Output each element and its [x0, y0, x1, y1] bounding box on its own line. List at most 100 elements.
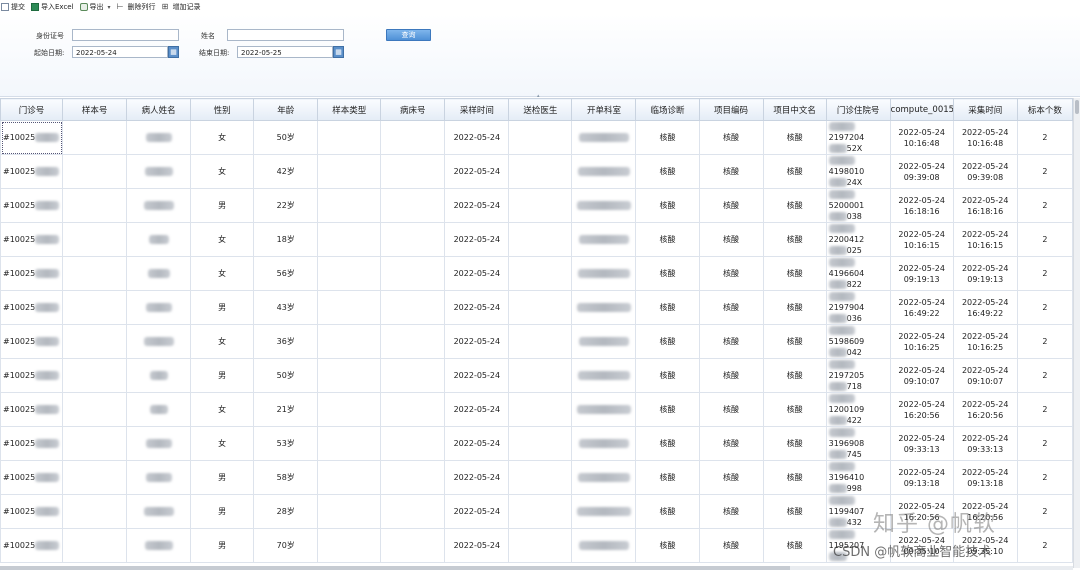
- specimen-count-cell[interactable]: 2: [1016, 392, 1073, 427]
- end-calendar-icon[interactable]: ▦: [333, 46, 344, 58]
- sample-type-cell[interactable]: [317, 188, 382, 223]
- diagnosis-cell[interactable]: 核酸: [635, 324, 700, 359]
- sample-time-cell[interactable]: 2022-05-24: [444, 494, 510, 529]
- item-name-cell[interactable]: 核酸: [762, 460, 827, 495]
- department-cell[interactable]: [571, 392, 637, 427]
- compute-cell[interactable]: 2022-05-24 16:49:22: [889, 290, 954, 325]
- bed-number-cell[interactable]: [380, 324, 446, 359]
- bed-number-cell[interactable]: [380, 358, 446, 393]
- bed-number-cell[interactable]: [380, 256, 446, 291]
- collect-time-cell[interactable]: 2022-05-24 10:16:25: [952, 324, 1018, 359]
- sample-time-cell[interactable]: 2022-05-24: [444, 528, 510, 563]
- specimen-count-cell[interactable]: 2: [1016, 460, 1073, 495]
- col-header[interactable]: 开单科室: [571, 98, 637, 121]
- clinic-number-cell[interactable]: #10025: [0, 188, 64, 223]
- clinic-number-cell[interactable]: #10025: [0, 392, 64, 427]
- specimen-count-cell[interactable]: 2: [1016, 222, 1073, 257]
- table-row[interactable]: #10025 女 18岁 2022-05-24 核酸 核酸 核酸 2200412 025 2022…: [0, 222, 1073, 257]
- department-cell[interactable]: [571, 460, 637, 495]
- item-name-cell[interactable]: 核酸: [762, 120, 827, 155]
- patient-name-cell[interactable]: [126, 154, 192, 189]
- department-cell[interactable]: [571, 256, 637, 291]
- start-date-input[interactable]: 2022-05-24: [72, 46, 168, 58]
- name-input[interactable]: [227, 29, 344, 41]
- submit-button[interactable]: 提交: [1, 2, 25, 12]
- col-header[interactable]: 采样时间: [444, 98, 510, 121]
- scroll-thumb[interactable]: [1075, 100, 1079, 114]
- sample-time-cell[interactable]: 2022-05-24: [444, 426, 510, 461]
- department-cell[interactable]: [571, 426, 637, 461]
- col-header[interactable]: 病人姓名: [126, 98, 192, 121]
- bed-number-cell[interactable]: [380, 528, 446, 563]
- inpatient-number-cell[interactable]: 3196410 998: [825, 460, 891, 495]
- age-cell[interactable]: 28岁: [253, 494, 319, 529]
- specimen-count-cell[interactable]: 2: [1016, 358, 1073, 393]
- sample-type-cell[interactable]: [317, 256, 382, 291]
- col-header[interactable]: 门诊号: [0, 98, 64, 121]
- patient-name-cell[interactable]: [126, 494, 192, 529]
- gender-cell[interactable]: 男: [190, 188, 255, 223]
- diagnosis-cell[interactable]: 核酸: [635, 358, 700, 393]
- clinic-number-cell[interactable]: #10025: [0, 120, 64, 155]
- doctor-cell[interactable]: [508, 324, 573, 359]
- age-cell[interactable]: 21岁: [253, 392, 319, 427]
- sample-type-cell[interactable]: [317, 154, 382, 189]
- item-code-cell[interactable]: 核酸: [698, 392, 764, 427]
- inpatient-number-cell[interactable]: 5200001 038: [825, 188, 891, 223]
- item-name-cell[interactable]: 核酸: [762, 324, 827, 359]
- department-cell[interactable]: [571, 290, 637, 325]
- doctor-cell[interactable]: [508, 290, 573, 325]
- sample-time-cell[interactable]: 2022-05-24: [444, 290, 510, 325]
- table-row[interactable]: #10025 女 56岁 2022-05-24 核酸 核酸 核酸 4196604 822 2022…: [0, 256, 1073, 291]
- start-calendar-icon[interactable]: ▦: [168, 46, 179, 58]
- horizontal-scrollbar[interactable]: [0, 566, 1073, 570]
- item-name-cell[interactable]: 核酸: [762, 494, 827, 529]
- sample-time-cell[interactable]: 2022-05-24: [444, 460, 510, 495]
- item-code-cell[interactable]: 核酸: [698, 494, 764, 529]
- import-excel-button[interactable]: 导入Excel: [31, 2, 74, 12]
- patient-name-cell[interactable]: [126, 222, 192, 257]
- diagnosis-cell[interactable]: 核酸: [635, 256, 700, 291]
- diagnosis-cell[interactable]: 核酸: [635, 392, 700, 427]
- department-cell[interactable]: [571, 494, 637, 529]
- department-cell[interactable]: [571, 188, 637, 223]
- item-name-cell[interactable]: 核酸: [762, 392, 827, 427]
- col-header[interactable]: 临场诊断: [635, 98, 700, 121]
- compute-cell[interactable]: 2022-05-24 09:33:13: [889, 426, 954, 461]
- collect-time-cell[interactable]: 2022-05-24 09:39:08: [952, 154, 1018, 189]
- age-cell[interactable]: 58岁: [253, 460, 319, 495]
- diagnosis-cell[interactable]: 核酸: [635, 426, 700, 461]
- sample-type-cell[interactable]: [317, 222, 382, 257]
- compute-cell[interactable]: 2022-05-24 16:18:16: [889, 188, 954, 223]
- col-header[interactable]: 项目编码: [698, 98, 764, 121]
- doctor-cell[interactable]: [508, 528, 573, 563]
- gender-cell[interactable]: 男: [190, 528, 255, 563]
- col-header[interactable]: 病床号: [380, 98, 446, 121]
- table-row[interactable]: #10025 女 42岁 2022-05-24 核酸 核酸 核酸 4198010 24X 2022…: [0, 154, 1073, 189]
- compute-cell[interactable]: 2022-05-24 09:39:08: [889, 154, 954, 189]
- diagnosis-cell[interactable]: 核酸: [635, 494, 700, 529]
- clinic-number-cell[interactable]: #10025: [0, 460, 64, 495]
- specimen-count-cell[interactable]: 2: [1016, 154, 1073, 189]
- age-cell[interactable]: 56岁: [253, 256, 319, 291]
- sample-number-cell[interactable]: [62, 256, 128, 291]
- export-button[interactable]: 导出 ▾: [79, 2, 111, 12]
- item-code-cell[interactable]: 核酸: [698, 426, 764, 461]
- patient-name-cell[interactable]: [126, 324, 192, 359]
- gender-cell[interactable]: 男: [190, 358, 255, 393]
- patient-name-cell[interactable]: [126, 426, 192, 461]
- patient-name-cell[interactable]: [126, 188, 192, 223]
- clinic-number-cell[interactable]: #10025: [0, 324, 64, 359]
- doctor-cell[interactable]: [508, 154, 573, 189]
- collect-time-cell[interactable]: 2022-05-24 09:19:13: [952, 256, 1018, 291]
- sample-number-cell[interactable]: [62, 494, 128, 529]
- delete-row-button[interactable]: ⊢ 删除列行: [117, 2, 156, 12]
- sample-number-cell[interactable]: [62, 528, 128, 563]
- sample-type-cell[interactable]: [317, 120, 382, 155]
- compute-cell[interactable]: 2022-05-24 09:19:13: [889, 256, 954, 291]
- specimen-count-cell[interactable]: 2: [1016, 426, 1073, 461]
- clinic-number-cell[interactable]: #10025: [0, 290, 64, 325]
- collect-time-cell[interactable]: 2022-05-24 09:10:07: [952, 358, 1018, 393]
- sample-time-cell[interactable]: 2022-05-24: [444, 120, 510, 155]
- age-cell[interactable]: 50岁: [253, 120, 319, 155]
